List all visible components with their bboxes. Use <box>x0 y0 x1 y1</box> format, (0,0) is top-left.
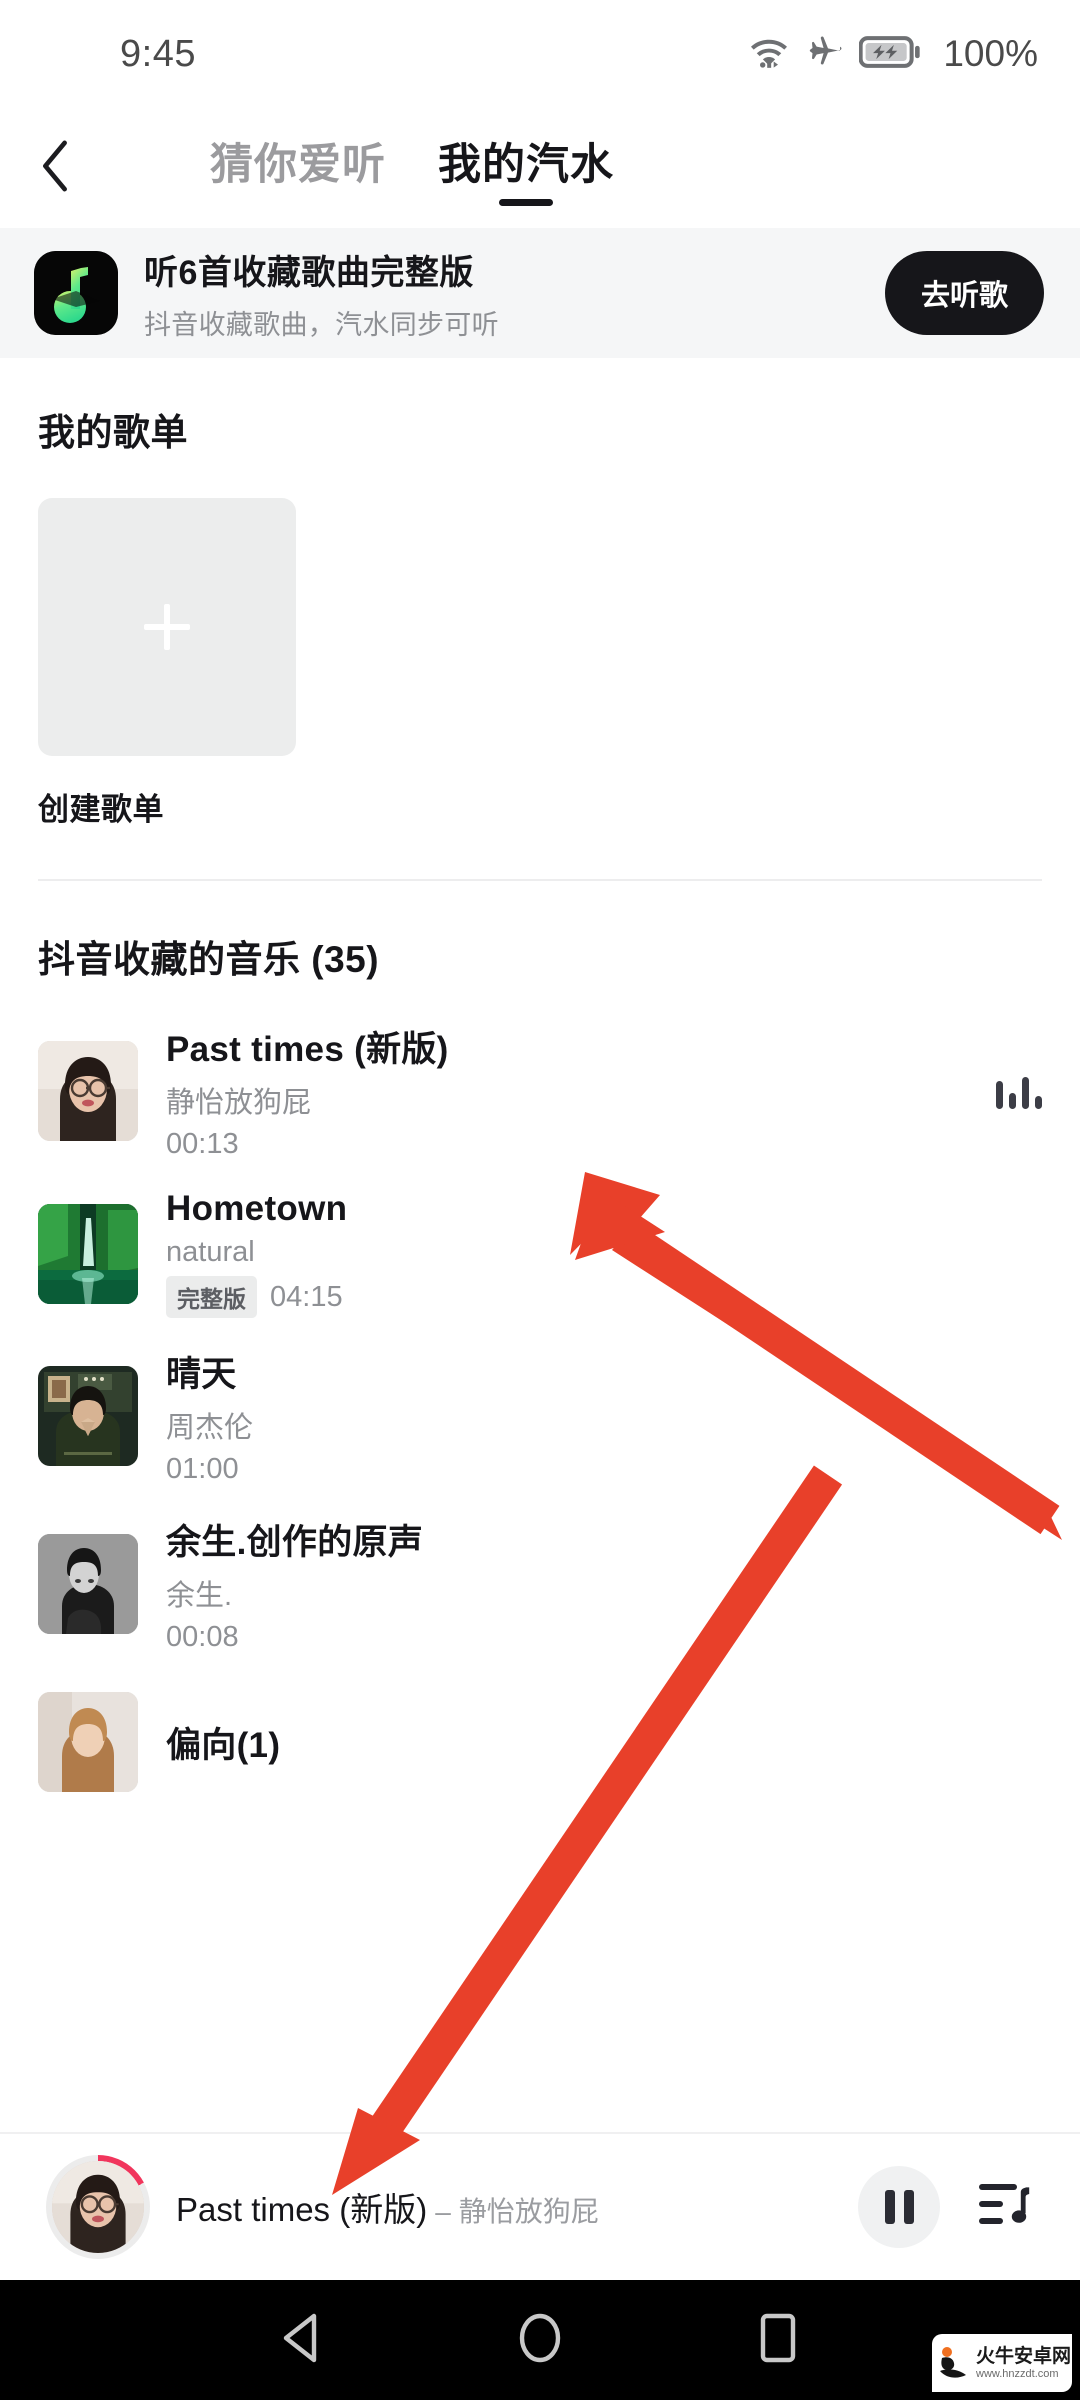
back-button[interactable] <box>0 139 110 198</box>
airplane-mode-icon <box>805 33 845 76</box>
song-info: Past times (新版) 静怡放狗屁 00:13 <box>166 1021 968 1161</box>
avatar-image <box>52 2161 144 2253</box>
nav-back-triangle-icon[interactable] <box>278 2312 326 2369</box>
watermark-logo-icon <box>938 2341 972 2385</box>
song-artist: 静怡放狗屁 <box>166 1087 312 1119</box>
equalizer-playing-icon <box>996 1073 1042 1109</box>
promo-banner[interactable]: 听6首收藏歌曲完整版 抖音收藏歌曲，汽水同步可听 去听歌 <box>0 228 1080 358</box>
tab-my-soda[interactable]: 我的汽水 <box>438 130 614 206</box>
song-duration: 01:00 <box>166 1453 239 1485</box>
song-title: Past times (新版) <box>166 1030 449 1069</box>
nav-recents-square-icon[interactable] <box>754 2312 802 2369</box>
tab-label: 我的汽水 <box>438 141 614 189</box>
soda-music-app-icon <box>34 251 118 335</box>
song-meta: 00:13 <box>166 1128 968 1161</box>
song-row[interactable]: 余生.创作的原声 余生. 00:08 <box>0 1500 1080 1668</box>
song-artist: 周杰伦 <box>166 1412 254 1444</box>
song-info: 余生.创作的原声 余生. 00:08 <box>166 1514 1042 1654</box>
banner-title: 听6首收藏歌曲完整版 <box>144 253 474 292</box>
song-row[interactable]: 晴天 周杰伦 01:00 <box>0 1332 1080 1500</box>
song-row[interactable]: Hometown natural 完整版 04:15 <box>0 1175 1080 1332</box>
watermark-url: www.hnzzdt.com <box>976 2367 1059 2380</box>
song-duration: 00:08 <box>166 1621 239 1653</box>
create-playlist-card[interactable] <box>38 498 296 756</box>
album-art <box>38 1041 138 1141</box>
song-list: Past times (新版) 静怡放狗屁 00:13 Hometown nat… <box>0 983 1080 1816</box>
song-info: 晴天 周杰伦 01:00 <box>166 1346 1042 1486</box>
song-title: 晴天 <box>166 1355 237 1394</box>
status-icons: 100% <box>747 33 1038 76</box>
my-playlists-title: 我的歌单 <box>38 412 188 453</box>
song-meta: 完整版 04:15 <box>166 1276 1042 1318</box>
now-playing-text[interactable]: Past times (新版) – 静怡放狗屁 <box>176 2183 832 2231</box>
status-time: 9:45 <box>120 32 196 75</box>
song-artist: natural <box>166 1236 255 1268</box>
song-info: Hometown natural 完整版 04:15 <box>166 1189 1042 1318</box>
song-artist: 余生. <box>166 1580 233 1612</box>
go-listen-button[interactable]: 去听歌 <box>884 251 1044 335</box>
pause-icon <box>884 2190 914 2224</box>
banner-text-block: 听6首收藏歌曲完整版 抖音收藏歌曲，汽水同步可听 <box>144 245 859 342</box>
plus-icon <box>144 604 190 650</box>
tab-active-indicator <box>499 199 553 206</box>
playlist-queue-icon <box>977 2179 1033 2236</box>
song-duration: 04:15 <box>270 1280 343 1313</box>
pause-button[interactable] <box>858 2166 940 2248</box>
album-art <box>38 1366 138 1466</box>
now-playing-title: Past times (新版) <box>176 2191 428 2228</box>
song-title: Hometown <box>166 1189 348 1228</box>
playlist-queue-button[interactable] <box>966 2179 1044 2236</box>
full-version-badge: 完整版 <box>166 1276 257 1318</box>
header-tabs: 猜你爱听 我的汽水 <box>210 130 614 206</box>
banner-subtitle: 抖音收藏歌曲，汽水同步可听 <box>144 309 499 340</box>
nav-home-circle-icon[interactable] <box>516 2312 564 2369</box>
song-meta: 01:00 <box>166 1453 1042 1486</box>
wifi-icon <box>747 34 791 75</box>
song-info: 偏向(1) <box>166 1717 1042 1768</box>
album-art <box>38 1692 138 1792</box>
now-playing-artist: 静怡放狗屁 <box>458 2196 599 2227</box>
album-art <box>38 1534 138 1634</box>
status-bar: 9:45 100% <box>0 0 1080 108</box>
collected-music-title: 抖音收藏的音乐 (35) <box>38 939 380 980</box>
song-row[interactable]: 偏向(1) <box>0 1668 1080 1816</box>
chevron-left-icon <box>38 139 72 198</box>
song-duration: 00:13 <box>166 1128 239 1160</box>
song-title: 余生.创作的原声 <box>166 1523 424 1562</box>
watermark-text: 火牛安卓网 www.hnzzdt.com <box>976 2347 1071 2380</box>
create-playlist-item[interactable]: 创建歌单 <box>38 498 296 829</box>
create-playlist-label: 创建歌单 <box>38 792 164 827</box>
android-nav-bar: 火牛安卓网 www.hnzzdt.com <box>0 2280 1080 2400</box>
song-meta: 00:08 <box>166 1621 1042 1654</box>
battery-percent: 100% <box>943 33 1038 74</box>
now-playing-separator: – <box>435 2196 451 2227</box>
watermark-name: 火牛安卓网 <box>976 2345 1072 2367</box>
album-art <box>38 1203 138 1304</box>
battery-charging-icon <box>858 35 921 74</box>
site-watermark: 火牛安卓网 www.hnzzdt.com <box>932 2334 1072 2392</box>
song-title: 偏向(1) <box>166 1725 281 1765</box>
page-header: 猜你爱听 我的汽水 <box>0 108 1080 228</box>
tab-guess-you-like[interactable]: 猜你爱听 <box>210 130 386 206</box>
song-row[interactable]: Past times (新版) 静怡放狗屁 00:13 <box>0 1007 1080 1175</box>
now-playing-avatar[interactable] <box>46 2155 150 2259</box>
playlists-row: 创建歌单 <box>0 456 1080 829</box>
mini-player-bar[interactable]: Past times (新版) – 静怡放狗屁 <box>0 2132 1080 2280</box>
tab-label: 猜你爱听 <box>210 141 386 189</box>
